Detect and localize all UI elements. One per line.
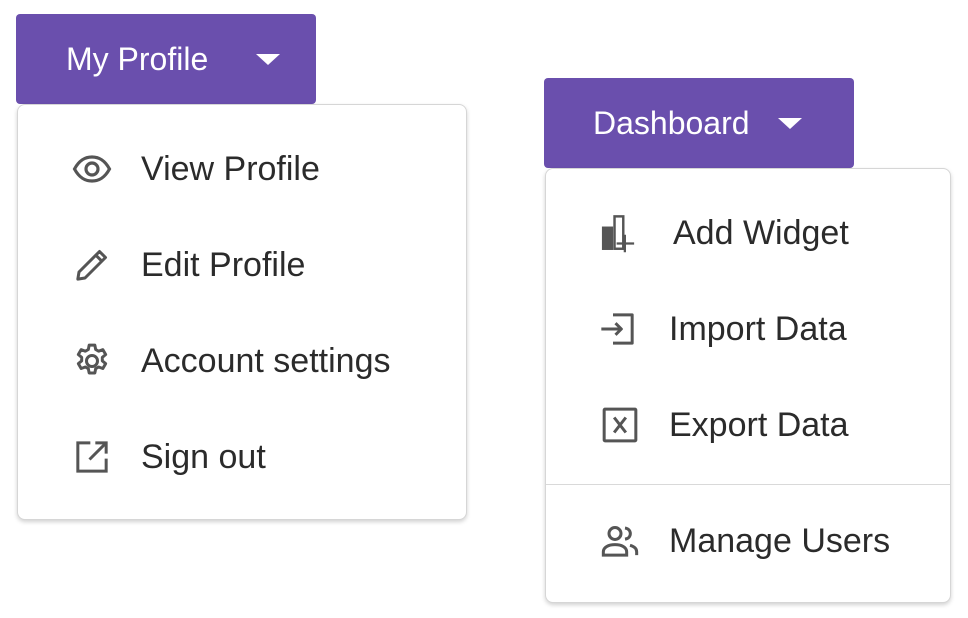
menu-item-export-data[interactable]: Export Data <box>546 377 950 473</box>
export-excel-icon <box>600 405 640 445</box>
import-icon <box>598 309 638 349</box>
add-widget-icon <box>600 212 642 254</box>
external-link-icon <box>72 437 112 477</box>
menu-item-add-widget[interactable]: Add Widget <box>546 185 950 281</box>
menu-item-view-profile[interactable]: View Profile <box>18 121 466 217</box>
caret-down-icon <box>778 118 802 129</box>
menu-item-import-data[interactable]: Import Data <box>546 281 950 377</box>
eye-icon <box>72 149 112 189</box>
profile-menu: View Profile Edit Profile Account settin… <box>17 104 467 520</box>
menu-item-account-settings[interactable]: Account settings <box>18 313 466 409</box>
my-profile-button[interactable]: My Profile <box>16 14 316 104</box>
gear-icon <box>72 341 112 381</box>
menu-item-label: View Profile <box>141 149 320 188</box>
dashboard-button[interactable]: Dashboard <box>544 78 854 168</box>
dashboard-menu: Add Widget Import Data Export Data Manag… <box>545 168 951 603</box>
pencil-icon <box>72 245 112 285</box>
menu-item-label: Add Widget <box>673 213 849 252</box>
dashboard-button-label: Dashboard <box>593 104 750 141</box>
menu-item-manage-users[interactable]: Manage Users <box>546 493 950 589</box>
menu-item-label: Manage Users <box>669 521 891 560</box>
my-profile-button-label: My Profile <box>66 40 209 77</box>
menu-item-label: Edit Profile <box>141 245 306 284</box>
menu-divider <box>546 484 950 485</box>
menu-item-edit-profile[interactable]: Edit Profile <box>18 217 466 313</box>
menu-item-sign-out[interactable]: Sign out <box>18 409 466 505</box>
menu-item-label: Account settings <box>141 341 391 380</box>
caret-down-icon <box>256 54 280 65</box>
users-icon <box>600 521 640 561</box>
menu-item-label: Sign out <box>141 437 266 476</box>
menu-item-label: Import Data <box>669 309 847 348</box>
menu-item-label: Export Data <box>669 405 849 444</box>
